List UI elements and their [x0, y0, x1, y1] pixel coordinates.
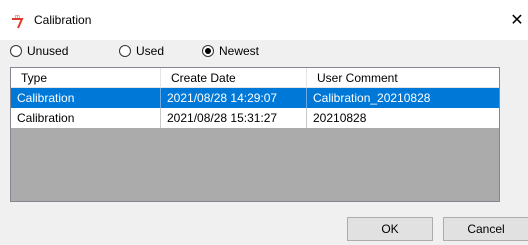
- cell-type: Calibration: [11, 108, 161, 128]
- radio-unused[interactable]: Unused: [10, 44, 68, 58]
- radio-newest-label: Newest: [219, 44, 260, 58]
- table-row[interactable]: Calibration 2021/08/28 14:29:07 Calibrat…: [11, 88, 499, 108]
- calibration-list[interactable]: Type Create Date User Comment Calibratio…: [10, 67, 500, 202]
- close-icon[interactable]: ✕: [506, 8, 528, 34]
- list-header: Type Create Date User Comment: [11, 68, 499, 88]
- filter-radio-group: Unused Used Newest: [10, 41, 500, 61]
- radio-unused-circle[interactable]: [10, 45, 22, 57]
- ok-button[interactable]: OK: [347, 217, 433, 241]
- app-icon: m: [9, 13, 25, 29]
- window-title: Calibration: [34, 13, 92, 27]
- cell-create-date: 2021/08/28 14:29:07: [161, 88, 307, 108]
- radio-newest[interactable]: Newest: [202, 44, 259, 58]
- cell-create-date: 2021/08/28 15:31:27: [161, 108, 307, 128]
- title-bar: m Calibration ✕: [0, 0, 528, 40]
- radio-used-label: Used: [136, 44, 165, 58]
- radio-newest-circle[interactable]: [202, 45, 214, 57]
- cancel-button[interactable]: Cancel: [443, 217, 528, 241]
- svg-text:m: m: [15, 14, 20, 20]
- radio-used-circle[interactable]: [119, 45, 131, 57]
- column-header-user-comment[interactable]: User Comment: [307, 68, 499, 88]
- cell-user-comment: 20210828: [313, 111, 367, 125]
- table-row[interactable]: Calibration 2021/08/28 15:31:27 20210828: [11, 108, 499, 128]
- radio-used[interactable]: Used: [119, 44, 164, 58]
- cell-user-comment: Calibration_20210828: [313, 91, 431, 105]
- cell-type: Calibration: [11, 88, 161, 108]
- radio-unused-label: Unused: [27, 44, 69, 58]
- column-header-type[interactable]: Type: [11, 68, 161, 88]
- column-header-create-date[interactable]: Create Date: [161, 68, 307, 88]
